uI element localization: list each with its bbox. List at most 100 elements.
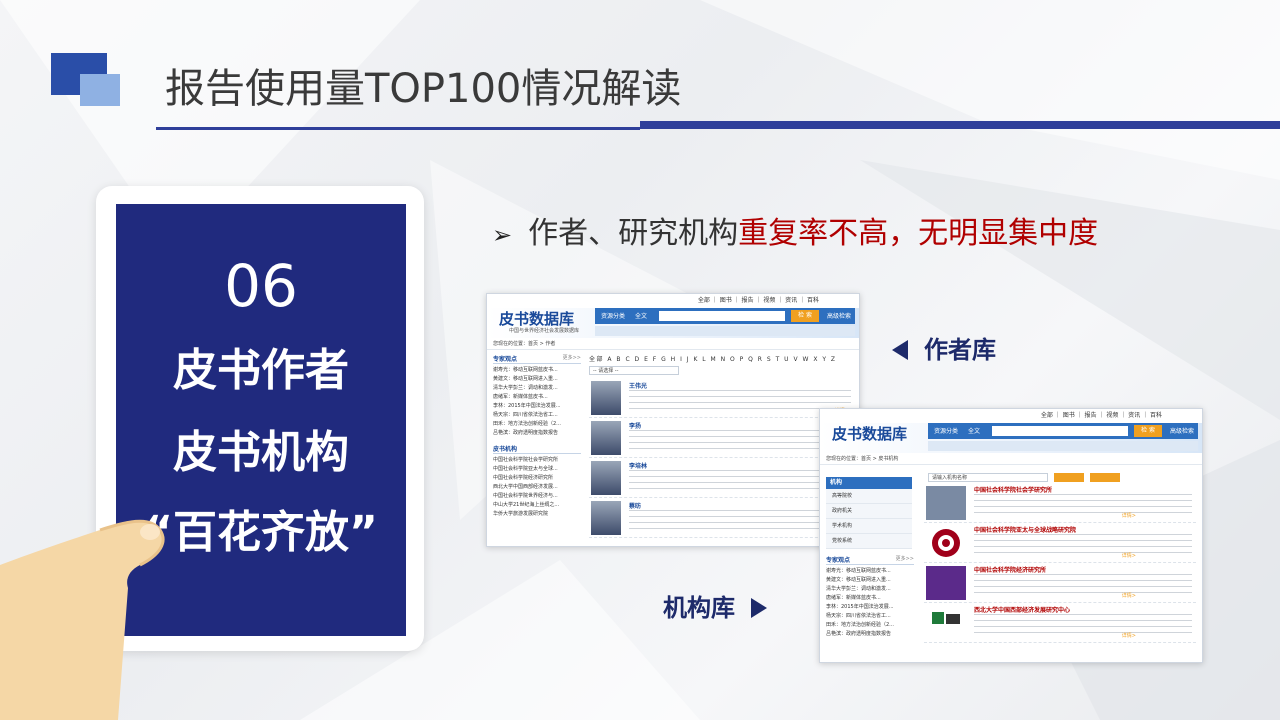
expert-item[interactable]: 吕艳滨：政府透明度指数报告 (493, 429, 581, 438)
top-links: 全部 ｜ 图书 ｜ 报告 ｜ 视频 ｜ 资讯 ｜ 百科 (1040, 412, 1162, 419)
institution-item[interactable]: 中山大学21世纪海上丝绸之... (493, 501, 581, 510)
author-select[interactable]: -- 请选择 -- (589, 366, 679, 375)
institution-description (974, 574, 1192, 596)
institution-item[interactable]: 中国社会科学院世界经济与... (493, 492, 581, 501)
author-photo (591, 381, 621, 415)
advanced-search-link[interactable]: 高级检索 (827, 311, 851, 320)
detail-link[interactable]: 详情> (1122, 552, 1136, 559)
institution-name[interactable]: 西北大学中国西部经济发展研究中心 (974, 605, 1070, 614)
expert-item[interactable]: 谢寿光：移动互联网蓝皮书... (826, 567, 914, 576)
expert-item[interactable]: 清华大学彭兰：调动和激发... (826, 585, 914, 594)
search-category-label: 资源分类 (601, 313, 626, 320)
detail-link[interactable]: 详情> (1122, 632, 1136, 639)
institution-nav-item[interactable]: 学术机构 (826, 519, 912, 534)
institution-item[interactable]: 中国社会科学院亚太与全球... (493, 465, 581, 474)
institution-nav-item[interactable]: 高等院校 (826, 489, 912, 504)
site-header: 皮书数据库 中国与世界经济社会发展数据库 资源分类 全文 检 索 高级检索 (487, 308, 859, 338)
tablet-line-1: 皮书作者 (173, 345, 349, 396)
breadcrumb: 您现在的位置：首页 > 作者 (487, 338, 859, 350)
institution-library-label: 机构库 (663, 588, 767, 623)
expert-heading: 专家观点 更多>> (493, 354, 581, 364)
author-name[interactable]: 王伟光 (629, 381, 647, 390)
author-bio (629, 390, 851, 412)
site-logo: 皮书数据库 (499, 310, 575, 328)
institution-reset-button[interactable] (1090, 473, 1120, 482)
institution-name[interactable]: 中国社会科学院经济研究所 (974, 565, 1046, 574)
institution-nav-item[interactable]: 政府机关 (826, 504, 912, 519)
expert-sidebar: 专家观点 更多>> 谢寿光：移动互联网蓝皮书... 黄建文：移动互联网进入重... 清… (826, 555, 914, 639)
key-point-plain: 作者、研究机构 (528, 216, 739, 251)
institution-row: 西北大学中国西部经济发展研究中心详情> (924, 603, 1196, 643)
author-name[interactable]: 李培林 (629, 461, 647, 470)
bullet-arrow-icon: ➢ (492, 221, 513, 249)
search-input[interactable] (659, 311, 785, 321)
search-bar: 资源分类 全文 检 索 高级检索 (595, 308, 855, 324)
institution-logo (926, 606, 966, 640)
institution-nav: 机构 高等院校 政府机关 学术机构 党校系统 (826, 477, 912, 549)
expert-item[interactable]: 谢寿光：移动互联网蓝皮书... (493, 366, 581, 375)
expert-item[interactable]: 黄建文：移动互联网进入重... (493, 375, 581, 384)
site-subtitle: 中国与世界经济社会发展数据库 (509, 328, 580, 334)
search-scope: 全文 (968, 428, 981, 435)
search-button[interactable]: 检 索 (791, 310, 819, 322)
expert-item[interactable]: 唐绪军：新媒体蓝皮书... (493, 393, 581, 402)
arrow-left-icon (892, 340, 908, 360)
expert-item[interactable]: 唐绪军：新媒体蓝皮书... (826, 594, 914, 603)
author-name[interactable]: 蔡昉 (629, 501, 641, 510)
breadcrumb: 您现在的位置：首页 > 皮书机构 (820, 453, 1202, 465)
search-category-label: 资源分类 (934, 428, 959, 435)
institution-item[interactable]: 华侨大学旅游发展研究院 (493, 510, 581, 519)
institution-item[interactable]: 西北大学中国西部经济发展... (493, 483, 581, 492)
institution-row: 中国社会科学院亚太与全球战略研究院详情> (924, 523, 1196, 563)
expert-item[interactable]: 李林：2015年中国法治发展... (493, 402, 581, 411)
author-row: 王伟光详情> (589, 378, 853, 418)
author-library-label: 作者库 (892, 330, 996, 365)
institution-search-input[interactable]: 请输入机构名称 (928, 473, 1048, 482)
detail-link[interactable]: 详情> (1122, 592, 1136, 599)
author-list: 全部 A B C D E F G H I J K L M N O P Q R S… (589, 354, 853, 538)
advanced-search-link[interactable]: 高级检索 (1170, 426, 1194, 435)
institution-name[interactable]: 中国社会科学院社会学研究所 (974, 485, 1052, 494)
expert-item[interactable]: 田禾：地方法治创新经验（2... (493, 420, 581, 429)
alphabet-filter[interactable]: 全部 A B C D E F G H I J K L M N O P Q R S… (589, 354, 853, 363)
expert-item[interactable]: 杨天宗：四川省依法治省工... (493, 411, 581, 420)
top-links: 全部 ｜ 图书 ｜ 报告 ｜ 视频 ｜ 资讯 ｜ 百科 (697, 297, 819, 304)
author-row: 李培林详情> (589, 458, 853, 498)
institution-search-button[interactable] (1054, 473, 1084, 482)
expert-item[interactable]: 黄建文：移动互联网进入重... (826, 576, 914, 585)
slide-title: 报告使用量TOP100情况解读 (165, 66, 682, 112)
search-input[interactable] (992, 426, 1128, 436)
site-logo: 皮书数据库 (832, 425, 908, 443)
title-decoration-light (80, 74, 120, 106)
expert-item[interactable]: 李林：2015年中国法治发展... (826, 603, 914, 612)
key-point-separator: ， (888, 216, 919, 251)
institution-item[interactable]: 中国社会科学院经济研究所 (493, 474, 581, 483)
title-underline-thick (640, 121, 1280, 129)
institution-library-screenshot: 全部 ｜ 图书 ｜ 报告 ｜ 视频 ｜ 资讯 ｜ 百科 皮书数据库 资源分类 全… (819, 408, 1203, 663)
institution-description (974, 534, 1192, 556)
title-underline-thin (156, 127, 640, 130)
institution-description (974, 614, 1192, 636)
detail-link[interactable]: 详情> (1122, 512, 1136, 519)
author-bio (629, 470, 851, 492)
institution-nav-item[interactable]: 党校系统 (826, 534, 912, 549)
author-row: 蔡昉详情> (589, 498, 853, 538)
author-row: 李扬详情> (589, 418, 853, 458)
search-tabs (928, 441, 1198, 451)
expert-item[interactable]: 杨天宗：四川省依法治省工... (826, 612, 914, 621)
expert-item[interactable]: 吕艳滨：政府透明度指数报告 (826, 630, 914, 639)
expert-item[interactable]: 田禾：地方法治创新经验（2... (826, 621, 914, 630)
search-bar: 资源分类 全文 检 索 高级检索 (928, 423, 1198, 439)
institution-logo (926, 566, 966, 600)
author-name[interactable]: 李扬 (629, 421, 641, 430)
more-link[interactable]: 更多>> (896, 555, 914, 562)
author-photo (591, 501, 621, 535)
search-button[interactable]: 检 索 (1134, 425, 1162, 437)
author-photo (591, 461, 621, 495)
institution-name[interactable]: 中国社会科学院亚太与全球战略研究院 (974, 525, 1076, 534)
expert-item[interactable]: 清华大学彭兰：调动和激发... (493, 384, 581, 393)
institution-description (974, 494, 1192, 516)
expert-heading: 专家观点 更多>> (826, 555, 914, 565)
more-link[interactable]: 更多>> (563, 354, 581, 361)
institution-item[interactable]: 中国社会科学院社会学研究所 (493, 456, 581, 465)
